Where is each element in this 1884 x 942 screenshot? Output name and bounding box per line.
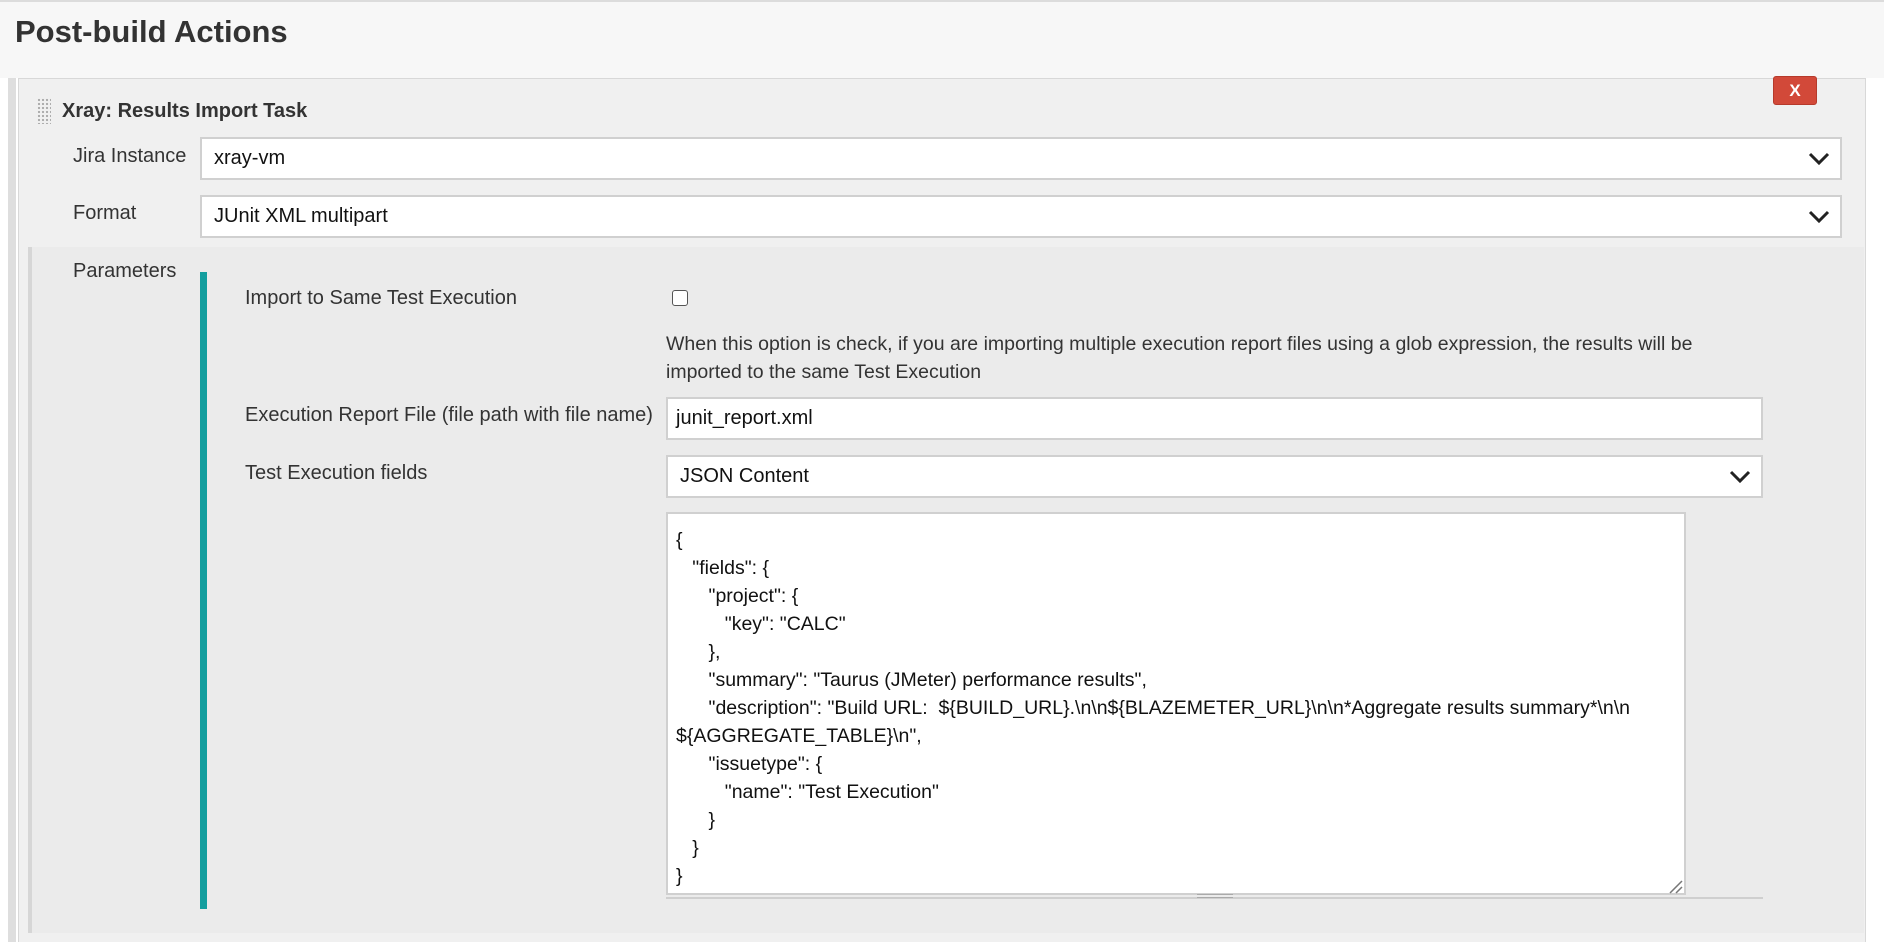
jira-instance-value: xray-vm bbox=[214, 147, 286, 169]
json-content-textarea[interactable]: { "fields": { "project": { "key": "CALC"… bbox=[666, 512, 1686, 895]
jira-instance-label: Jira Instance bbox=[73, 145, 187, 167]
import-same-execution-label: Import to Same Test Execution bbox=[245, 287, 517, 309]
textarea-split-handle[interactable] bbox=[1197, 894, 1233, 900]
delete-task-button[interactable]: X bbox=[1773, 76, 1817, 105]
chevron-down-icon bbox=[1808, 152, 1830, 165]
parameters-accent-bar bbox=[200, 272, 207, 909]
drag-handle-icon[interactable] bbox=[37, 98, 51, 124]
format-value: JUnit XML multipart bbox=[214, 205, 388, 227]
test-execution-fields-value: JSON Content bbox=[680, 465, 809, 487]
test-execution-fields-label: Test Execution fields bbox=[245, 462, 428, 484]
section-header: Post-build Actions bbox=[0, 2, 1884, 78]
import-same-execution-help: When this option is check, if you are im… bbox=[666, 333, 1693, 383]
resize-grip-icon[interactable] bbox=[1667, 878, 1683, 894]
section-title: Post-build Actions bbox=[15, 14, 288, 49]
report-file-value: junit_report.xml bbox=[676, 407, 813, 429]
chevron-down-icon bbox=[1808, 210, 1830, 223]
import-same-execution-checkbox[interactable] bbox=[672, 290, 688, 306]
task-title: Xray: Results Import Task bbox=[62, 100, 308, 122]
format-select[interactable]: JUnit XML multipart bbox=[200, 195, 1842, 238]
jira-instance-select[interactable]: xray-vm bbox=[200, 137, 1842, 180]
report-file-input[interactable]: junit_report.xml bbox=[666, 397, 1763, 440]
test-execution-fields-select[interactable]: JSON Content bbox=[666, 455, 1763, 498]
chevron-down-icon bbox=[1729, 470, 1751, 483]
format-label: Format bbox=[73, 202, 137, 224]
parameters-label: Parameters bbox=[73, 260, 177, 282]
report-file-label: Execution Report File (file path with fi… bbox=[245, 404, 653, 426]
section-left-border bbox=[8, 78, 16, 942]
